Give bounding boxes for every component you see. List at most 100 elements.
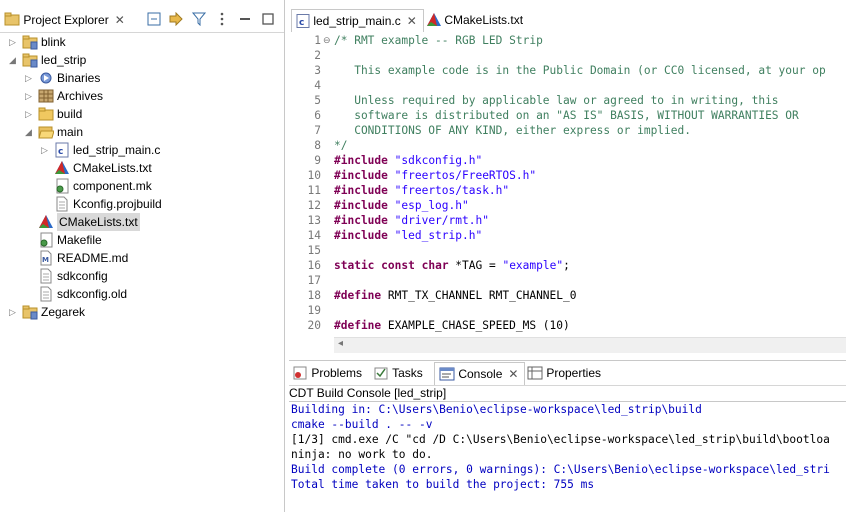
file-icon — [56, 196, 68, 212]
project-explorer-title: Project Explorer — [23, 13, 109, 27]
binaries-icon — [40, 72, 52, 84]
code-token: #include — [334, 214, 388, 227]
tab-label: Properties — [543, 366, 602, 380]
tree-item-sdkconfig-old[interactable]: sdkconfig.old — [0, 285, 280, 303]
makefile-icon — [56, 178, 69, 194]
line-number: 11 — [307, 184, 321, 197]
tree-item-binaries[interactable]: ▷ Binaries — [0, 69, 280, 87]
collapsed-arrow-icon[interactable]: ▷ — [41, 141, 50, 159]
tab-project-explorer[interactable]: Project Explorer ✕ — [4, 9, 125, 31]
close-icon[interactable]: ✕ — [508, 367, 518, 381]
tree-item-label: CMakeLists.txt — [57, 213, 140, 231]
tree-item-main[interactable]: ◢ main — [0, 123, 280, 141]
tree-item-makefile[interactable]: Makefile — [0, 231, 280, 249]
scroll-left-arrow-icon[interactable]: ◂ — [338, 338, 343, 349]
tree-item-readme-md[interactable]: M README.md — [0, 249, 280, 267]
code-line: static const char *TAG = "example"; — [334, 258, 570, 273]
collapsed-arrow-icon[interactable]: ▷ — [25, 105, 34, 123]
code-token: software is distributed on an "AS IS" BA… — [334, 109, 799, 122]
code-line: Unless required by applicable law or agr… — [334, 93, 779, 108]
line-number: 8 — [314, 139, 321, 152]
close-icon[interactable]: ✕ — [115, 13, 125, 27]
project-icon — [22, 35, 38, 50]
collapsed-arrow-icon[interactable]: ▷ — [25, 69, 34, 87]
fold-toggle-icon[interactable]: ⊖ — [323, 33, 331, 48]
line-number: 2 — [314, 49, 321, 62]
maximize-icon[interactable] — [260, 11, 276, 27]
console-line: Building in: C:\Users\Benio\eclipse-work… — [291, 403, 702, 416]
file-icon — [40, 268, 52, 284]
tree-item-component-mk[interactable]: component.mk — [0, 177, 280, 195]
minimize-icon[interactable] — [237, 11, 253, 27]
code-line: This example code is in the Public Domai… — [334, 63, 825, 78]
folder-open-icon — [38, 126, 54, 139]
tree-item-led-strip[interactable]: ◢ led_strip — [0, 51, 280, 69]
link-with-editor-icon[interactable] — [168, 11, 184, 27]
markdown-icon: M — [40, 250, 52, 266]
code-token: char — [421, 259, 449, 272]
code-token: "freertos/task.h" — [394, 184, 510, 197]
collapsed-arrow-icon[interactable]: ◢ — [25, 123, 34, 141]
tab-problems[interactable]: Problems — [292, 362, 362, 384]
code-token: #include — [334, 199, 388, 212]
tree-item-label: build — [57, 107, 83, 121]
close-icon[interactable]: ✕ — [407, 14, 417, 28]
tab-led-strip-main[interactable]: c led_strip_main.c ✕ — [291, 9, 424, 32]
collapsed-arrow-icon[interactable]: ▷ — [25, 87, 34, 105]
code-token: EXAMPLE_CHASE_SPEED_MS (10) — [381, 319, 570, 332]
code-line: */ — [334, 138, 347, 153]
tree-item-label: blink — [41, 35, 66, 49]
tab-label: CMakeLists.txt — [444, 13, 524, 27]
collapsed-arrow-icon[interactable]: ▷ — [9, 33, 18, 51]
tree-item-kconfig-projbuild[interactable]: Kconfig.projbuild — [0, 195, 280, 213]
line-number: 6 — [314, 109, 321, 122]
horizontal-scrollbar[interactable]: ◂ — [334, 337, 846, 353]
tree-item-cmakelists-txt[interactable]: CMakeLists.txt — [0, 159, 280, 177]
line-number: 17 — [307, 274, 321, 287]
tree-item-build[interactable]: ▷ build — [0, 105, 280, 123]
tree-item-blink[interactable]: ▷ blink — [0, 33, 280, 51]
line-number: 16 — [307, 259, 321, 272]
line-number: 19 — [307, 304, 321, 317]
line-number: 12 — [307, 199, 321, 212]
line-number: 3 — [314, 64, 321, 77]
tree-item-led-strip-main-c[interactable]: ▷ c led_strip_main.c — [0, 141, 280, 159]
tree-item-label: Makefile — [57, 233, 102, 247]
tree-item-label: main — [57, 125, 84, 139]
expanded-arrow-icon[interactable]: ◢ — [9, 51, 18, 69]
line-number: 20 — [307, 319, 321, 332]
tab-cmakelists[interactable]: CMakeLists.txt — [427, 9, 523, 31]
tree-item-sdkconfig[interactable]: sdkconfig — [0, 267, 280, 285]
cmake-icon — [39, 215, 53, 228]
collapse-all-icon[interactable] — [146, 11, 162, 27]
code-token: Unless required by applicable law or agr… — [334, 94, 779, 107]
code-token: "driver/rmt.h" — [394, 214, 489, 227]
collapsed-arrow-icon[interactable]: ▷ — [9, 303, 18, 321]
console-line: Total time taken to build the project: 7… — [291, 478, 595, 491]
tab-console[interactable]: Console ✕ — [434, 362, 526, 385]
tree-item-zegarek[interactable]: ▷ Zegarek — [0, 303, 280, 321]
c-file-icon: c — [296, 14, 310, 28]
code-token: #include — [334, 169, 388, 182]
code-token: static — [334, 259, 375, 272]
tree-item-label: led_strip_main.c — [73, 143, 161, 157]
code-line: #include "led_strip.h" — [334, 228, 482, 243]
tab-properties[interactable]: Properties — [527, 362, 601, 384]
svg-text:M: M — [42, 256, 49, 264]
code-token: "freertos/FreeRTOS.h" — [394, 169, 537, 182]
tree-item-cmakelists-txt[interactable]: CMakeLists.txt — [0, 213, 280, 231]
view-menu-icon[interactable] — [214, 11, 230, 27]
console-line: ninja: no work to do. — [291, 448, 433, 461]
tree-item-archives[interactable]: ▷ Archives — [0, 87, 280, 105]
cmake-icon — [55, 161, 69, 174]
bottom-tabbar: Problems Tasks Console ✕ Properties — [289, 360, 846, 386]
tree-item-label: sdkconfig — [57, 269, 108, 283]
line-number: 4 — [314, 79, 321, 92]
line-number: 18 — [307, 289, 321, 302]
tab-tasks[interactable]: Tasks — [373, 362, 423, 384]
filter-icon[interactable] — [191, 11, 207, 27]
tree-item-label: Binaries — [57, 71, 101, 85]
